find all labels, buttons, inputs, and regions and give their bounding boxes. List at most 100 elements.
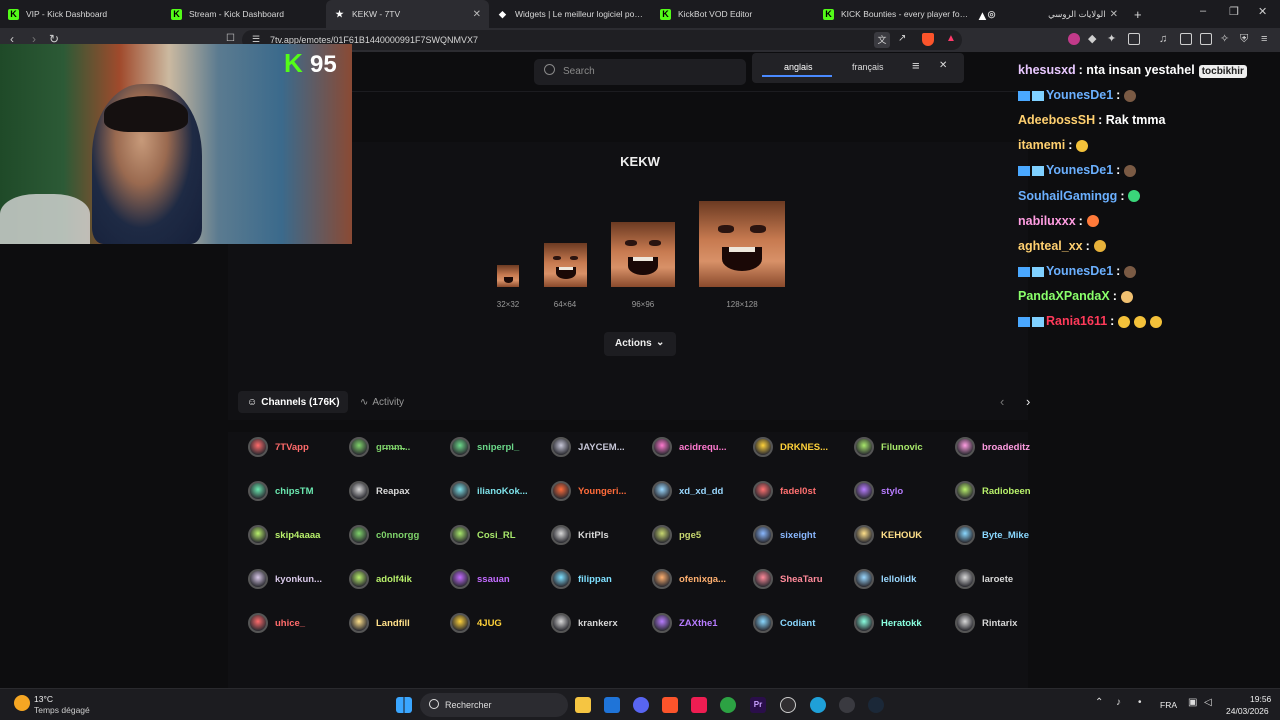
translate-icon[interactable]: 文 [874, 32, 890, 48]
channel-entry[interactable]: sniperpl_ [450, 437, 519, 457]
emote-preview-96[interactable] [611, 222, 675, 287]
extensions-puzzle-icon[interactable]: ✦ [1107, 32, 1116, 46]
channel-entry[interactable]: Rintarix [955, 613, 1017, 633]
channel-entry[interactable]: sixeight [753, 525, 816, 545]
channel-entry[interactable]: Reapax [349, 481, 410, 501]
channel-entry[interactable]: Youngeri... [551, 481, 626, 501]
weather-icon[interactable] [14, 695, 30, 711]
channel-entry[interactable]: skip4aaaa [248, 525, 320, 545]
clock-time[interactable]: 19:56 [1250, 694, 1271, 704]
tab-widgets[interactable]: ◆ Widgets | Le meilleur logiciel pour b [489, 0, 652, 28]
channel-entry[interactable]: Cosi_RL [450, 525, 516, 545]
channel-entry[interactable]: laroete [955, 569, 1013, 589]
channel-entry[interactable]: c0nnorgg [349, 525, 419, 545]
close-tab-icon[interactable]: ✕ [1110, 9, 1118, 20]
next-page-icon[interactable]: › [1026, 394, 1030, 409]
channel-entry[interactable]: SheaTaru [753, 569, 823, 589]
channel-entry[interactable]: Landfill [349, 613, 410, 633]
game-controller-icon[interactable] [839, 697, 855, 713]
channel-entry[interactable]: krankerx [551, 613, 618, 633]
maximize-icon[interactable]: ❐ [1229, 5, 1239, 18]
tray-overflow-icon[interactable]: ⌃ [1095, 697, 1103, 708]
channel-entry[interactable]: gr̶m̶m̶... [349, 437, 410, 457]
emote-preview-32[interactable] [497, 265, 519, 287]
channel-entry[interactable]: broadeditz [955, 437, 1030, 457]
obs-icon[interactable] [780, 697, 796, 713]
tiktok-icon[interactable] [691, 697, 707, 713]
brave-rewards-icon[interactable]: ▲ [946, 33, 956, 44]
translate-options-icon[interactable]: ≡ [912, 58, 920, 73]
lang-anglais-tab[interactable]: anglais [784, 62, 813, 72]
channel-entry[interactable]: ilianoKok... [450, 481, 528, 501]
tab-channels[interactable]: ☺ Channels (176K) [238, 391, 348, 413]
xbox-icon[interactable] [720, 697, 736, 713]
channel-entry[interactable]: pge5 [652, 525, 701, 545]
channel-entry[interactable]: uhice_ [248, 613, 305, 633]
prev-page-icon[interactable]: ‹ [1000, 394, 1004, 409]
discord-icon[interactable] [633, 697, 649, 713]
close-tab-icon[interactable]: ✕ [473, 9, 481, 20]
premiere-pro-icon[interactable]: Pr [750, 697, 766, 713]
channel-entry[interactable]: Codiant [753, 613, 815, 633]
channel-entry[interactable]: fadel0st [753, 481, 816, 501]
network-icon[interactable]: ▣ [1188, 697, 1197, 708]
actions-button[interactable]: Actions ⌄ [604, 332, 676, 356]
tab-vip-kick-dashboard[interactable]: K VIP - Kick Dashboard [0, 0, 163, 28]
channel-entry[interactable]: Filunovic [854, 437, 923, 457]
media-icon[interactable]: ♫ [1159, 32, 1167, 46]
outlook-icon[interactable] [604, 697, 620, 713]
channel-entry[interactable]: JAYCEM... [551, 437, 625, 457]
extension-shield-icon[interactable] [1068, 33, 1080, 45]
channel-entry[interactable]: acidrequ... [652, 437, 727, 457]
leo-ai-icon[interactable]: ✧ [1220, 32, 1229, 46]
steam-icon[interactable] [868, 697, 884, 713]
emote-preview-128[interactable] [699, 201, 785, 287]
tab-stream-kick-dashboard[interactable]: K Stream - Kick Dashboard [163, 0, 326, 28]
close-window-icon[interactable]: ✕ [1258, 5, 1267, 18]
minimize-icon[interactable]: – [1200, 5, 1206, 17]
volume-icon[interactable]: ◁ [1204, 697, 1212, 708]
channel-entry[interactable]: Byte_Mike [955, 525, 1029, 545]
channel-entry[interactable]: 4JUG [450, 613, 502, 633]
channel-entry[interactable]: 7TVapp [248, 437, 309, 457]
translate-close-icon[interactable]: ✕ [939, 60, 947, 71]
channel-entry[interactable]: KritPls [551, 525, 609, 545]
new-tab-button[interactable]: + [1126, 0, 1150, 28]
channel-entry[interactable]: stylo [854, 481, 903, 501]
lang-francais-tab[interactable]: français [852, 62, 884, 72]
tab-kekw-7tv[interactable]: ★ KEKW - 7TV ✕ [326, 0, 489, 28]
channel-entry[interactable]: chipsTM [248, 481, 314, 501]
share-icon[interactable]: ↗ [898, 33, 906, 44]
channel-entry[interactable]: lellolidk [854, 569, 916, 589]
menu-icon[interactable]: ≡ [1261, 32, 1267, 46]
brave-browser-icon[interactable] [662, 697, 678, 713]
channel-entry[interactable]: DRKNES... [753, 437, 828, 457]
emote-preview-64[interactable] [544, 243, 587, 287]
channel-entry[interactable]: filippan [551, 569, 612, 589]
channel-entry[interactable]: kyonkun... [248, 569, 322, 589]
channel-entry[interactable]: KEHOUK [854, 525, 922, 545]
channel-entry[interactable]: ZAXthe1 [652, 613, 718, 633]
channel-entry[interactable]: adolf4ik [349, 569, 412, 589]
wallet-icon[interactable] [1200, 33, 1212, 45]
file-explorer-icon[interactable] [575, 697, 591, 713]
tab-arabic[interactable]: ◎ الولايات الروسي ✕ [978, 0, 1126, 28]
brave-shield-icon[interactable] [922, 33, 934, 46]
extension-diamond-icon[interactable]: ◆ [1088, 32, 1096, 46]
channel-entry[interactable]: Radiobeen [955, 481, 1031, 501]
windows-start-icon[interactable] [396, 697, 412, 713]
speaker-icon[interactable]: ♪ [1116, 697, 1121, 708]
clock-date[interactable]: 24/03/2026 [1226, 706, 1269, 716]
taskbar-search[interactable]: Rechercher [420, 693, 568, 717]
tab-kick-bounties[interactable]: K KICK Bounties - every player for the [815, 0, 978, 28]
sidebar-toggle-icon[interactable] [1180, 33, 1192, 45]
extension-square-icon[interactable] [1128, 33, 1140, 45]
search-input[interactable]: Search [534, 59, 746, 85]
channel-entry[interactable]: xd_xd_dd [652, 481, 723, 501]
language-indicator[interactable]: FRA [1160, 700, 1177, 710]
vpn-shield-icon[interactable]: ⛨ [1240, 32, 1248, 46]
channel-entry[interactable]: ssauan [450, 569, 510, 589]
edge-icon[interactable] [810, 697, 826, 713]
microphone-icon[interactable]: • [1138, 697, 1142, 708]
channel-entry[interactable]: ofenixga... [652, 569, 726, 589]
